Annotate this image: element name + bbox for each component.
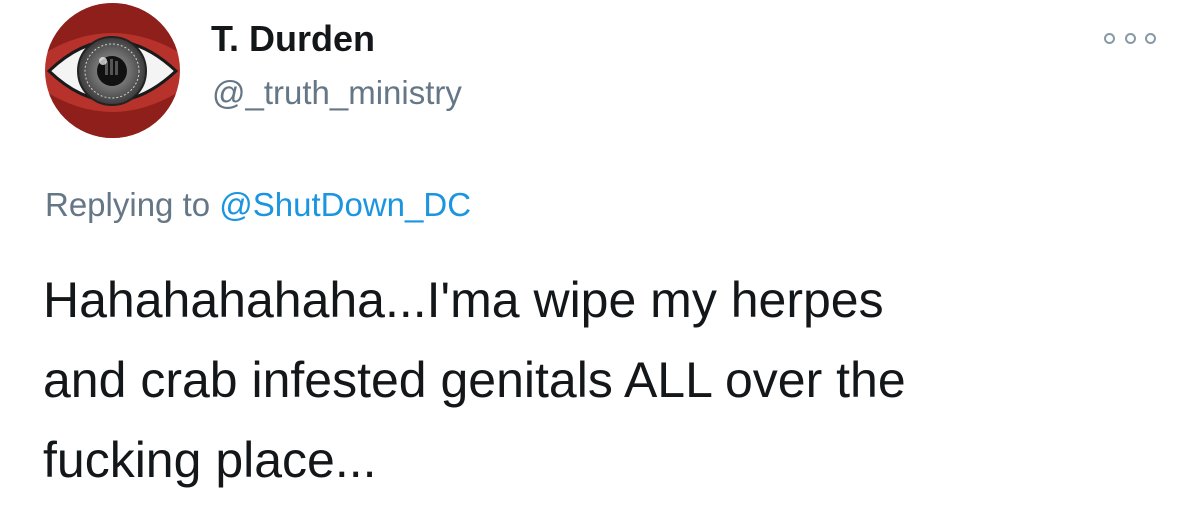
user-avatar[interactable] [45,3,180,138]
reply-mention-link[interactable]: @ShutDown_DC [219,186,471,223]
author-display-name[interactable]: T. Durden [211,18,375,60]
tweet-text: Hahahahahaha...I'ma wipe my herpes and c… [43,260,1163,500]
more-options-icon [1145,32,1156,44]
replying-to-label: Replying to [45,186,211,223]
replying-to-line: Replying to @ShutDown_DC [45,186,471,224]
tweet-text-line: fucking place... [43,432,377,488]
author-handle[interactable]: @_truth_ministry [212,74,462,112]
more-options-icon [1104,32,1115,44]
more-options-button[interactable] [1104,24,1156,52]
tweet-card: T. Durden @_truth_ministry Replying to @… [0,0,1200,530]
more-options-icon [1124,32,1136,44]
tweet-text-line: and crab infested genitals ALL over the [43,352,906,408]
tweet-text-line: Hahahahahaha...I'ma wipe my herpes [43,272,884,328]
eye-avatar-icon [45,3,180,138]
